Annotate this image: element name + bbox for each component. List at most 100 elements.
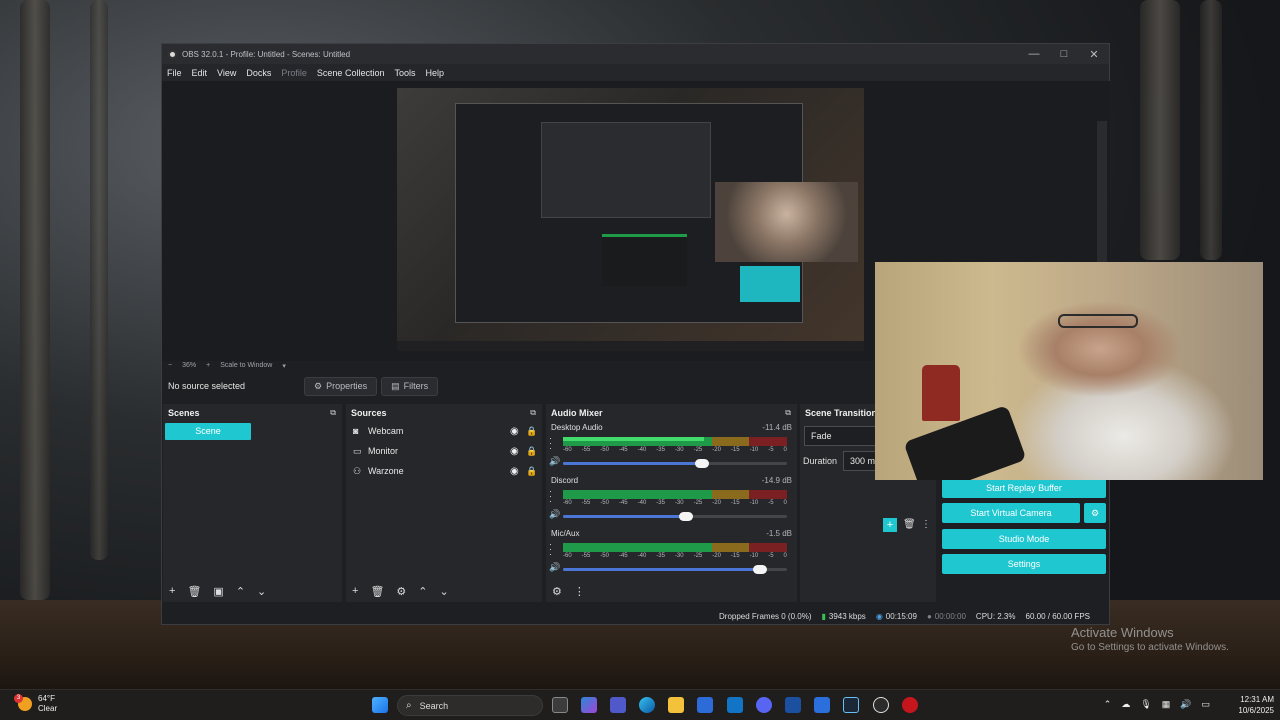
tick-label: -40 (637, 553, 647, 559)
menu-docks[interactable]: Docks (246, 68, 271, 78)
battery-icon[interactable]: ▭ (1201, 699, 1210, 710)
filters-button[interactable]: ▤ Filters (381, 376, 439, 396)
zoom-in-button[interactable]: + (206, 362, 210, 369)
program-preview[interactable] (397, 88, 864, 351)
chevron-up-icon[interactable]: ⌃ (1104, 699, 1112, 710)
clock[interactable]: 12:31 AM 10/6/2025 (1230, 694, 1274, 716)
undock-icon[interactable]: ⧉ (530, 408, 536, 418)
start-replay-buffer-button[interactable]: Start Replay Buffer (942, 478, 1106, 498)
trash-icon[interactable]: 🗑 (903, 519, 916, 530)
app-icon[interactable] (785, 697, 801, 713)
search-box[interactable]: ⌕ Search (397, 695, 543, 716)
cloud-icon[interactable]: ☁ (1121, 699, 1130, 710)
move-down-button[interactable]: ⌄ (440, 585, 449, 598)
properties-button[interactable]: ⚙ Properties (304, 376, 378, 396)
scene-filters-icon[interactable]: ▣ (213, 585, 223, 598)
menu-scene-collection[interactable]: Scene Collection (317, 68, 385, 78)
speaker-icon[interactable]: 🔊 (549, 509, 560, 520)
weather-widget[interactable]: 3 64°F Clear (14, 694, 57, 714)
volume-knob[interactable] (694, 459, 709, 468)
eye-icon[interactable]: ◉ (510, 466, 526, 477)
minimize-button[interactable]: — (1019, 48, 1049, 61)
speaker-icon[interactable]: 🔊 (549, 562, 560, 573)
volume-knob[interactable] (679, 512, 694, 521)
task-view-icon[interactable] (552, 697, 568, 713)
zoom-out-button[interactable]: − (168, 362, 172, 369)
no-source-label: No source selected (168, 381, 246, 391)
settings-button[interactable]: Settings (942, 554, 1106, 574)
eye-icon[interactable]: ◉ (510, 426, 526, 437)
teams-icon[interactable] (610, 697, 626, 713)
obs-taskbar-icon[interactable] (873, 697, 889, 713)
volume-knob[interactable] (753, 565, 768, 574)
move-up-button[interactable]: ⌃ (418, 585, 427, 598)
lock-icon[interactable]: 🔒 (526, 426, 542, 437)
start-virtual-camera-button[interactable]: Start Virtual Camera (942, 503, 1080, 523)
tick-label: -15 (730, 553, 740, 559)
network-icon[interactable]: ▦ (1162, 699, 1171, 710)
studio-mode-button[interactable]: Studio Mode (942, 529, 1106, 549)
undock-icon[interactable]: ⧉ (785, 408, 791, 418)
volume-slider-row: 🔊 (546, 562, 791, 575)
discord-icon[interactable] (756, 697, 772, 713)
copilot-icon[interactable] (581, 697, 597, 713)
store-icon[interactable] (697, 697, 713, 713)
mixer-menu-icon[interactable]: ⋮ (574, 585, 585, 598)
scenes-title: Scenes (168, 407, 200, 418)
menu-edit[interactable]: Edit (192, 68, 208, 78)
record-app-icon[interactable] (902, 697, 918, 713)
source-row[interactable]: ⚇ Warzone ◉ 🔒 (346, 461, 542, 481)
lock-icon[interactable]: 🔒 (526, 466, 542, 477)
menu-tools[interactable]: Tools (394, 68, 415, 78)
chevron-down-icon[interactable]: ▾ (282, 362, 286, 370)
edge-icon[interactable] (639, 697, 655, 713)
volume-slider[interactable] (563, 512, 787, 521)
speaker-icon[interactable]: 🔊 (549, 456, 560, 467)
channel-db: -14.9 dB (761, 476, 792, 485)
gear-icon[interactable]: ⚙ (396, 585, 406, 598)
mic-icon[interactable]: 🎙 (1140, 699, 1151, 710)
move-down-button[interactable]: ⌄ (257, 585, 266, 598)
menu-file[interactable]: File (167, 68, 182, 78)
volume-slider[interactable] (563, 459, 787, 468)
undock-icon[interactable]: ⧉ (330, 408, 336, 418)
trash-icon[interactable]: 🗑 (187, 585, 201, 598)
lock-icon[interactable]: 🔒 (526, 446, 542, 457)
advanced-audio-icon[interactable]: ⚙ (552, 585, 562, 598)
transition-menu-icon[interactable]: ⋮ (921, 519, 931, 530)
menu-view[interactable]: View (217, 68, 236, 78)
source-row[interactable]: ▭ Monitor ◉ 🔒 (346, 441, 542, 461)
scale-mode[interactable]: Scale to Window (220, 362, 272, 369)
virtual-camera-settings-button[interactable]: ⚙ (1084, 503, 1106, 523)
title-bar[interactable]: OBS 32.0.1 - Profile: Untitled - Scenes:… (162, 44, 1109, 64)
eye-icon[interactable]: ◉ (510, 446, 526, 457)
volume-icon[interactable]: 🔊 (1180, 699, 1191, 710)
close-button[interactable]: ✕ (1079, 48, 1109, 61)
menu-profile[interactable]: Profile (281, 68, 307, 78)
tick-label: -15 (730, 500, 740, 506)
maximize-button[interactable]: □ (1049, 48, 1079, 61)
transition-select[interactable]: Fade (804, 426, 884, 446)
source-row[interactable]: ◙ Webcam ◉ 🔒 (346, 421, 542, 441)
add-source-button[interactable]: + (352, 585, 358, 597)
add-transition-button[interactable]: + (883, 518, 897, 532)
move-up-button[interactable]: ⌃ (236, 585, 245, 598)
scene-item[interactable]: Scene (165, 423, 251, 440)
mixer-channel: Desktop Audio -11.4 dB · · · -60 -55 -50 -45-… (546, 421, 797, 474)
volume-slider-row: 🔊 (546, 456, 791, 469)
app-icon[interactable] (814, 697, 830, 713)
channel-menu-icon[interactable]: · · · (549, 434, 552, 453)
outlook-icon[interactable] (727, 697, 743, 713)
mixer-channel: Discord -14.9 dB · · · -60 -55 -50 -45 -40 -35-… (546, 474, 797, 527)
trash-icon[interactable]: 🗑 (370, 585, 384, 598)
tick-label: -50 (600, 447, 609, 453)
menu-help[interactable]: Help (425, 68, 444, 78)
start-icon[interactable] (372, 697, 388, 713)
channel-menu-icon[interactable]: · · · (549, 540, 552, 559)
file-explorer-icon[interactable] (668, 697, 684, 713)
volume-slider[interactable] (563, 565, 787, 574)
add-scene-button[interactable]: + (169, 585, 175, 597)
monitor-icon: ▭ (353, 445, 362, 456)
steam-icon[interactable] (843, 697, 859, 713)
channel-menu-icon[interactable]: · · · (549, 487, 552, 506)
